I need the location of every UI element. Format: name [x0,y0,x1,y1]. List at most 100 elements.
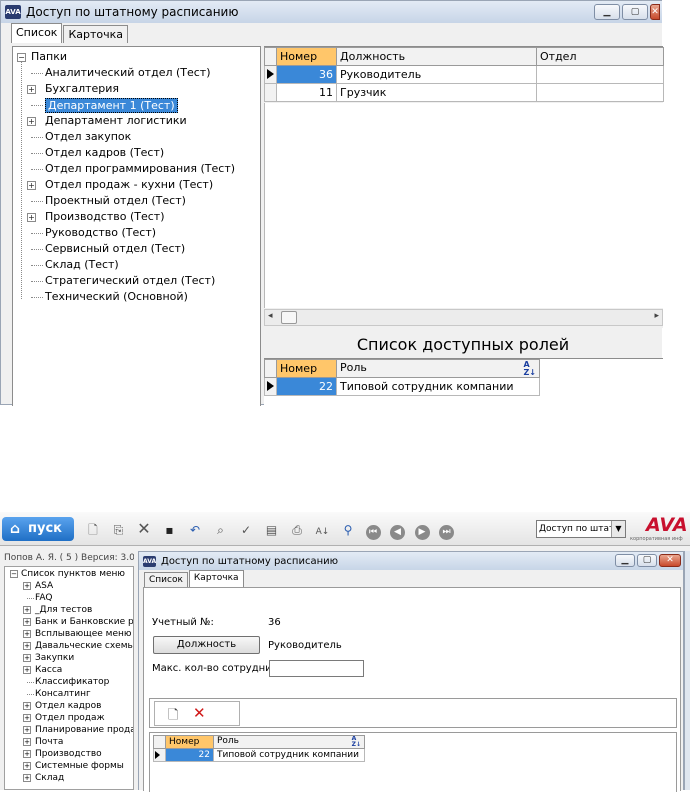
cell-number[interactable]: 22 [165,748,214,762]
menu-tree-item[interactable]: Консалтинг [5,688,133,700]
expand-icon[interactable]: + [23,714,31,722]
table-row[interactable]: 36 Руководитель [264,65,664,84]
tree-item[interactable]: Отдел закупок [13,129,260,145]
scroll-right-icon[interactable]: ▸ [654,311,659,321]
tree-item[interactable]: Департамент 1 (Тест) [13,97,260,113]
cell-position[interactable]: Грузчик [336,83,537,102]
expand-icon[interactable]: + [27,85,36,94]
collapse-icon[interactable]: − [10,570,18,578]
col-number[interactable]: Номер [276,47,337,66]
start-button[interactable]: ⌂ пуск [2,517,74,541]
menu-tree-item[interactable]: + ASA [5,580,133,592]
cell-number[interactable]: 36 [276,65,337,84]
window-select[interactable]: Доступ по штатном ▼ [536,520,626,538]
menu-tree-item[interactable]: + _Для тестов [5,604,133,616]
sort-az-icon[interactable]: A Z↓ [523,361,536,377]
table-row[interactable]: 22 Типовой сотрудник компании [264,377,540,396]
tab-card[interactable]: Карточка [63,25,129,43]
menu-tree-item[interactable]: + Системные формы [5,760,133,772]
tree-item[interactable]: + Производство (Тест) [13,209,260,225]
cell-department[interactable] [536,83,664,102]
menu-tree-root[interactable]: − Список пунктов меню [5,568,133,580]
minimize-button[interactable]: ▁ [615,554,635,567]
tree-item[interactable]: + Департамент логистики [13,113,260,129]
expand-icon[interactable]: + [23,606,31,614]
expand-icon[interactable]: + [23,774,31,782]
tree-item[interactable]: Руководство (Тест) [13,225,260,241]
expand-icon[interactable]: + [23,726,31,734]
scroll-left-icon[interactable]: ◂ [268,311,273,321]
tree-item[interactable]: + Бухгалтерия [13,81,260,97]
tab-list[interactable]: Список [144,572,188,587]
chevron-down-icon[interactable]: ▼ [611,521,625,537]
delete-icon[interactable]: ✕ [135,520,153,538]
cell-position[interactable]: Руководитель [336,65,537,84]
sort-icon[interactable]: A↓ [314,523,332,541]
expand-icon[interactable]: + [23,582,31,590]
expand-icon[interactable]: + [23,630,31,638]
card-window-titlebar[interactable]: AVA Доступ по штатному расписанию ▁ ▢ ✕ [139,552,683,570]
cell-department[interactable] [536,65,664,84]
report-icon[interactable]: ▤ [263,521,281,539]
expand-icon[interactable]: + [23,738,31,746]
expand-icon[interactable]: + [23,702,31,710]
maximize-button[interactable]: ▢ [622,4,648,20]
tree-item[interactable]: Отдел программирования (Тест) [13,161,260,177]
next-record-icon[interactable]: ▶ [414,525,430,540]
save-icon[interactable]: ▪ [161,521,179,539]
tree-item[interactable]: + Отдел продаж - кухни (Тест) [13,177,260,193]
collapse-icon[interactable]: − [17,53,26,62]
menu-tree-item[interactable]: + Отдел продаж [5,712,133,724]
first-record-icon[interactable]: ⏮ [365,525,381,540]
expand-icon[interactable]: + [23,666,31,674]
copy-icon[interactable]: ⎘ [110,521,128,539]
tree-item[interactable]: Аналитический отдел (Тест) [13,65,260,81]
menu-tree-item[interactable]: + Планирование продаж [5,724,133,736]
max-employees-input[interactable] [269,660,364,677]
expand-icon[interactable]: + [23,642,31,650]
menu-tree-item[interactable]: + Почта [5,736,133,748]
print-icon[interactable]: ⎙ [288,521,306,539]
find-icon[interactable]: ⌕ [212,521,230,539]
new-document-icon[interactable]: 🗋 [84,521,102,539]
cell-number[interactable]: 22 [276,377,337,396]
tree-item[interactable]: Технический (Основной) [13,289,260,305]
menu-tree-item[interactable]: + Закупки [5,652,133,664]
menu-tree-item[interactable]: Классификатор [5,676,133,688]
col-role[interactable]: Роль A Z↓ [336,359,540,378]
top-window-titlebar[interactable]: AVA Доступ по штатному расписанию ▁ ▢ ✕ [1,1,662,23]
expand-icon[interactable]: + [27,117,36,126]
cell-number[interactable]: 11 [276,83,337,102]
col-position[interactable]: Должность [336,47,537,66]
expand-icon[interactable]: + [23,762,31,770]
menu-tree-item[interactable]: FAQ [5,592,133,604]
sort-az-icon[interactable]: A Z↓ [352,737,361,748]
expand-icon[interactable]: + [27,181,36,190]
tree-item[interactable]: Стратегический отдел (Тест) [13,273,260,289]
tree-root[interactable]: − Папки [13,49,260,65]
expand-icon[interactable]: + [23,618,31,626]
menu-tree-item[interactable]: + Банк и Банковские ре [5,616,133,628]
close-button[interactable]: ✕ [650,4,660,20]
col-number[interactable]: Номер [276,359,337,378]
check-icon[interactable]: ✓ [237,521,255,539]
menu-tree-item[interactable]: + Производство [5,748,133,760]
tree-item[interactable]: Сервисный отдел (Тест) [13,241,260,257]
expand-icon[interactable]: + [23,654,31,662]
menu-tree-item[interactable]: + Склад [5,772,133,784]
col-role[interactable]: Роль A Z↓ [213,735,365,749]
scroll-thumb[interactable] [281,311,297,324]
tab-list[interactable]: Список [11,23,63,43]
tree-item[interactable]: Отдел кадров (Тест) [13,145,260,161]
position-button[interactable]: Должность [153,636,260,654]
horizontal-scrollbar[interactable]: ◂ ▸ [264,309,663,326]
tree-item[interactable]: Проектный отдел (Тест) [13,193,260,209]
undo-icon[interactable]: ↶ [186,521,204,539]
menu-tree-item[interactable]: + Давальческие схемы [5,640,133,652]
delete-icon[interactable]: ✕ [193,704,206,722]
minimize-button[interactable]: ▁ [594,4,620,20]
table-row[interactable]: 22 Типовой сотрудник компании [153,748,365,762]
menu-tree-item[interactable]: + Касса [5,664,133,676]
tab-card[interactable]: Карточка [188,570,244,587]
cell-role[interactable]: Типовой сотрудник компании [213,748,365,762]
